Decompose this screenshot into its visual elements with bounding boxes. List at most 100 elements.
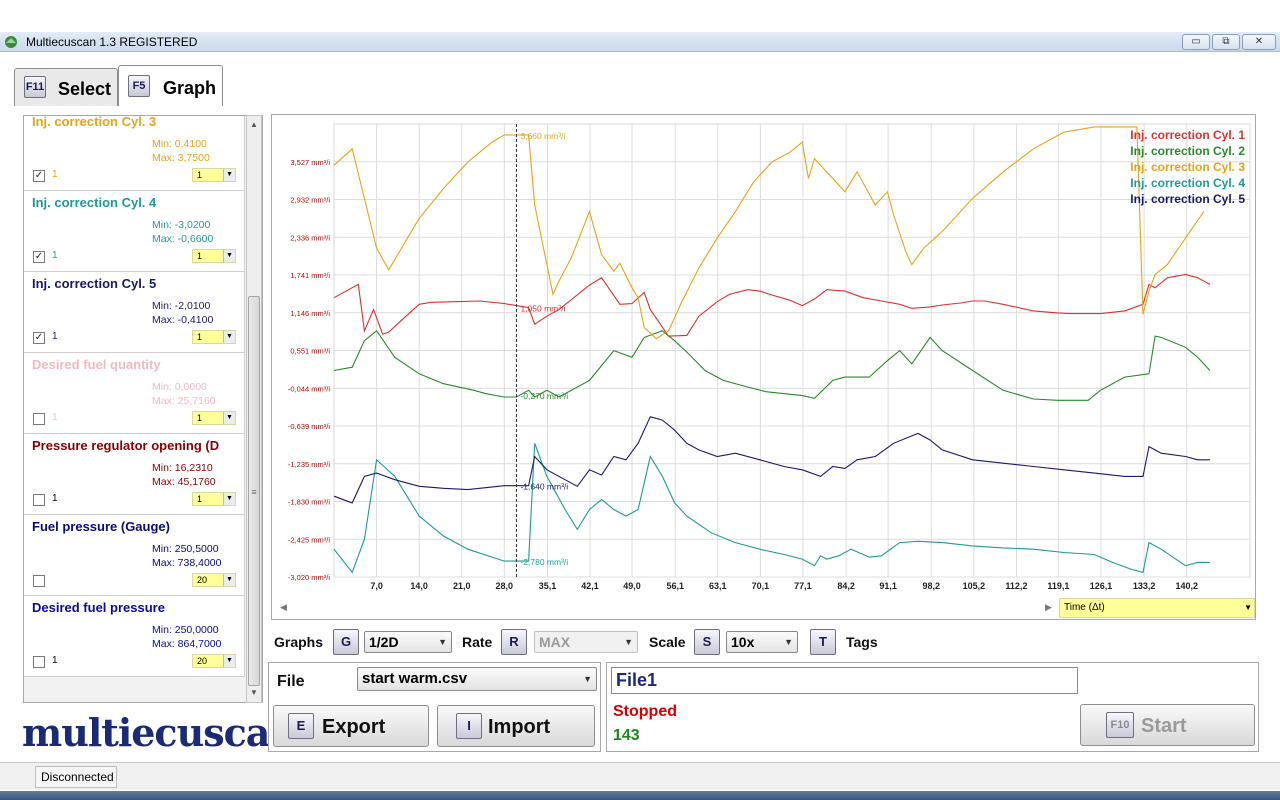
parameter-checkbox[interactable]: [33, 413, 45, 425]
tab-select-key: F11: [24, 76, 46, 98]
x-tick-label: 77,1: [794, 581, 812, 591]
import-key: I: [456, 713, 482, 739]
close-button[interactable]: ✕: [1242, 34, 1276, 50]
parameter-checkbox[interactable]: [33, 575, 45, 587]
parameter-checkbox[interactable]: [33, 494, 45, 506]
chevron-down-icon: ▼: [784, 637, 793, 647]
y-tick-label: 1,146 mm³/i: [290, 309, 330, 318]
scroll-left-icon[interactable]: ◀: [280, 602, 287, 613]
parameter-scale-select[interactable]: 1 ▼: [192, 492, 236, 506]
time-axis-select[interactable]: Time (Δt) ▼: [1059, 598, 1255, 618]
parameter-max: Max: 3,7500: [152, 152, 210, 164]
export-button[interactable]: E Export: [273, 705, 429, 747]
minimize-button[interactable]: ▭: [1182, 34, 1210, 50]
y-tick-label: -1,830 mm³/i: [288, 498, 330, 507]
close-icon: ✕: [1254, 36, 1264, 47]
parameter-scale-value: 1: [197, 251, 203, 261]
graphs-key[interactable]: G: [333, 629, 359, 655]
x-tick-label: 119,1: [1047, 581, 1069, 591]
parameter-checkbox[interactable]: ✓: [33, 170, 45, 182]
scroll-up-icon[interactable]: ▲: [248, 118, 260, 132]
tab-select-label: Select: [58, 79, 112, 99]
scroll-down-icon[interactable]: ▼: [248, 686, 260, 700]
app-logo-icon: [5, 36, 17, 48]
tab-graph-label: Graph: [163, 78, 217, 98]
parameter-list-scrollbar[interactable]: ▲ ≡ ▼: [246, 115, 262, 703]
parameter-max: Max: -0,6600: [152, 233, 214, 245]
window-title: Multiecuscan 1.3 REGISTERED: [26, 35, 198, 49]
parameter-item[interactable]: Pressure regulator opening (D Min: 16,231…: [24, 434, 245, 515]
x-tick-label: 98,2: [923, 581, 941, 591]
scrollbar-thumb[interactable]: ≡: [248, 296, 260, 686]
os-taskbar: [0, 791, 1280, 800]
parameter-item[interactable]: Inj. correction Cyl. 4 Min: -3,0200 Max: -…: [24, 191, 245, 272]
x-tick-label: 14,0: [410, 581, 428, 591]
parameter-min: Min: -2,0100: [152, 300, 211, 312]
scale-key[interactable]: S: [694, 629, 720, 655]
parameter-item[interactable]: Fuel pressure (Gauge) Min: 250,5000 Max: 7…: [24, 515, 245, 596]
graphs-label: Graphs: [274, 634, 324, 650]
tags-label[interactable]: Tags: [846, 634, 878, 650]
chevron-down-icon: ▼: [1244, 603, 1252, 612]
file-select[interactable]: start warm.csv ▼: [357, 667, 597, 691]
recording-name-input[interactable]: File1: [611, 667, 1078, 694]
y-tick-label: -2,425 mm³/i: [288, 535, 330, 544]
graph-horizontal-scrollbar[interactable]: ◀ ▶: [272, 599, 1057, 619]
parameter-scale-value: 20: [197, 575, 208, 585]
x-tick-label: 70,1: [752, 581, 770, 591]
parameter-index: 1: [52, 331, 58, 342]
x-tick-label: 63,1: [709, 581, 727, 591]
recording-state: Stopped: [613, 703, 677, 720]
graphs-select[interactable]: 1/2D ▼: [364, 631, 452, 653]
chevron-down-icon: ▼: [223, 169, 235, 181]
parameter-index: 1: [52, 493, 58, 504]
parameter-scale-select[interactable]: 1 ▼: [192, 168, 236, 182]
legend-entry: Inj. correction Cyl. 3: [1130, 160, 1245, 174]
parameter-item[interactable]: Inj. correction Cyl. 5 Min: -2,0100 Max: -…: [24, 272, 245, 353]
y-tick-label: -1,235 mm³/i: [288, 460, 330, 469]
maximize-button[interactable]: ⧉: [1212, 34, 1240, 50]
parameter-scale-value: 1: [197, 332, 203, 342]
parameter-item[interactable]: Desired fuel pressure Min: 250,0000 Max: 8…: [24, 596, 245, 677]
rate-label: Rate: [462, 634, 493, 650]
tab-graph[interactable]: F5 Graph: [118, 65, 223, 106]
parameter-min: Min: -3,0200: [152, 219, 211, 231]
parameter-checkbox[interactable]: ✓: [33, 251, 45, 263]
top-strip: [0, 0, 1280, 32]
y-tick-label: 3,527 mm³/i: [290, 158, 330, 167]
y-tick-label: -0,639 mm³/i: [288, 422, 330, 431]
rate-key[interactable]: R: [501, 629, 527, 655]
parameter-name: Desired fuel pressure: [32, 600, 165, 615]
parameter-max: Max: -0,4100: [152, 314, 214, 326]
graphs-value: 1/2D: [369, 634, 399, 650]
x-tick-label: 91,1: [879, 581, 897, 591]
parameter-min: Min: 250,5000: [152, 543, 219, 555]
parameter-name: Inj. correction Cyl. 5: [32, 276, 157, 291]
import-button[interactable]: I Import: [437, 705, 595, 747]
cursor-value-label: -1,640 mm³/i: [520, 482, 568, 492]
tags-key[interactable]: T: [810, 629, 836, 655]
scale-select[interactable]: 10x ▼: [726, 631, 798, 653]
parameter-name: Fuel pressure (Gauge): [32, 519, 170, 534]
parameter-scale-select[interactable]: 20 ▼: [192, 573, 236, 587]
parameter-list: Inj. correction Cyl. 3 Min: 0,4100 Max: 3,…: [23, 115, 263, 703]
scroll-right-icon[interactable]: ▶: [1045, 602, 1052, 613]
parameter-name: Inj. correction Cyl. 4: [32, 195, 157, 210]
sample-count: 143: [613, 727, 640, 744]
scale-label: Scale: [649, 634, 686, 650]
x-tick-label: 7,0: [370, 581, 383, 591]
parameter-scale-select[interactable]: 20 ▼: [192, 654, 236, 668]
cursor-value-label: -2,780 mm³/i: [520, 557, 568, 567]
parameter-index: 1: [52, 655, 58, 666]
parameter-scale-select[interactable]: 1 ▼: [192, 330, 236, 344]
chevron-down-icon: ▼: [583, 674, 592, 684]
parameter-scale-select[interactable]: 1 ▼: [192, 249, 236, 263]
rate-select: MAX ▼: [534, 631, 638, 653]
parameter-checkbox[interactable]: [33, 656, 45, 668]
tab-select[interactable]: F11 Select: [14, 68, 118, 106]
parameter-item[interactable]: Desired fuel quantity Min: 0,0000 Max: 25,…: [24, 353, 245, 434]
parameter-scale-select[interactable]: 1 ▼: [192, 411, 236, 425]
parameter-item[interactable]: Inj. correction Cyl. 3 Min: 0,4100 Max: 3,…: [24, 116, 245, 191]
parameter-checkbox[interactable]: ✓: [33, 332, 45, 344]
y-tick-label: 2,336 mm³/i: [290, 233, 330, 242]
